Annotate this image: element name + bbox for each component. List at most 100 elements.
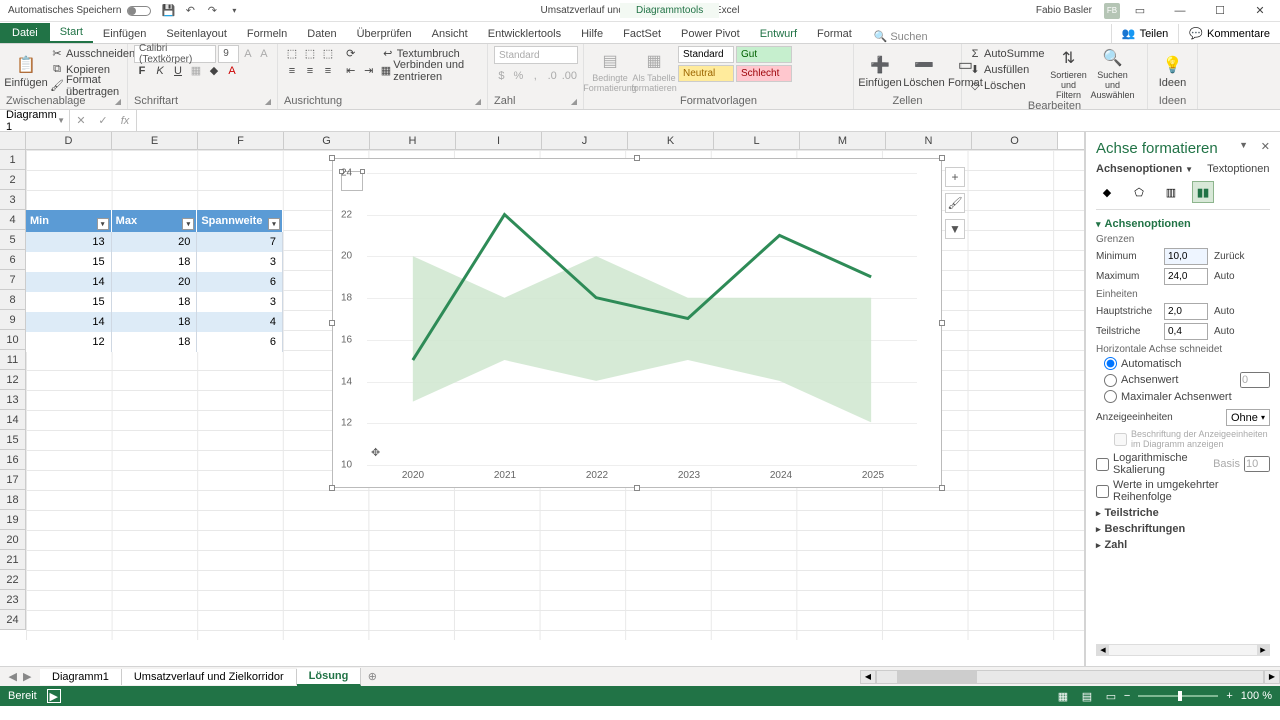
row-header[interactable]: 22 [0,570,26,590]
fill-line-icon[interactable]: ◆ [1096,181,1118,203]
table-cell[interactable]: 18 [112,332,198,352]
cut-button[interactable]: ✂Ausschneiden [50,46,135,61]
macro-record-icon[interactable]: ▶ [47,689,61,703]
pane-tab-axis-options[interactable]: Achsenoptionen ▼ [1096,163,1193,175]
filter-icon[interactable]: ▾ [182,218,194,230]
col-header[interactable]: F [198,132,284,149]
name-box[interactable]: Diagramm 1▼ [0,110,70,131]
col-header[interactable]: M [800,132,886,149]
row-header[interactable]: 10 [0,330,26,350]
table-cell[interactable]: 13 [26,232,112,252]
section-number[interactable]: Zahl [1096,539,1270,551]
tab-formulas[interactable]: Formeln [237,25,297,43]
table-cell[interactable]: 15 [26,252,112,272]
sheet-tab[interactable]: Umsatzverlauf und Zielkorridor [122,669,297,685]
decrease-font-icon[interactable]: A [257,46,271,62]
format-painter-button[interactable]: 🖌Format übertragen [50,78,135,93]
maximize-icon[interactable]: ☐ [1200,1,1240,21]
font-name-select[interactable]: Calibri (Textkörper) [134,45,216,63]
undo-icon[interactable]: ↶ [183,4,197,18]
section-axis-options[interactable]: Achsenoptionen [1096,218,1270,230]
select-all-corner[interactable] [0,132,26,149]
plot-area[interactable]: 1012141618202224202020212022202320242025 [367,173,917,463]
conditional-formatting-button[interactable]: ▤Bedingte Formatierung [590,46,630,95]
font-color-button[interactable]: A [224,63,240,79]
dialog-launcher-icon[interactable]: ◢ [115,97,121,106]
merge-button[interactable]: ▦Verbinden und zentrieren [381,63,481,78]
row-header[interactable]: 8 [0,290,26,310]
chart-object[interactable]: + 🖌 ▼ 1012141618202224202020212022202320… [332,158,942,488]
table-header-max[interactable]: Max▾ [112,210,198,232]
minor-unit-input[interactable] [1164,323,1208,340]
row-header[interactable]: 3 [0,190,26,210]
row-header[interactable]: 5 [0,230,26,250]
row-header[interactable]: 7 [0,270,26,290]
crosses-auto-radio[interactable] [1104,357,1117,370]
row-header[interactable]: 4 [0,210,26,230]
table-cell[interactable]: 6 [197,332,283,352]
chart-filters-button[interactable]: ▼ [945,219,965,239]
col-header[interactable]: D [26,132,112,149]
row-header[interactable]: 21 [0,550,26,570]
page-break-button[interactable]: ▭ [1100,688,1122,704]
font-size-select[interactable]: 9 [218,45,239,63]
italic-button[interactable]: K [152,63,168,79]
pane-tab-text-options[interactable]: Textoptionen [1207,163,1269,175]
display-units-select[interactable]: Ohne▾ [1226,409,1270,426]
hscroll-left[interactable]: ◀ [860,670,876,684]
autosum-button[interactable]: ΣAutoSumme [968,46,1045,61]
resize-handle[interactable] [634,155,640,161]
row-header[interactable]: 17 [0,470,26,490]
ideas-button[interactable]: 💡Ideen [1154,46,1191,95]
col-header[interactable]: O [972,132,1058,149]
save-icon[interactable]: 💾 [161,4,175,18]
hscroll-right[interactable]: ▶ [1264,670,1280,684]
table-cell[interactable]: 4 [197,312,283,332]
table-cell[interactable]: 3 [197,252,283,272]
sheet-nav-buttons[interactable]: ◀▶ [0,670,40,683]
filter-icon[interactable]: ▾ [268,218,280,230]
col-header[interactable]: K [628,132,714,149]
pane-scrollbar[interactable]: ◀▶ [1096,644,1270,656]
hscroll-track[interactable] [876,670,1264,684]
resize-handle[interactable] [939,155,945,161]
table-cell[interactable]: 3 [197,292,283,312]
fill-button[interactable]: ⬇Ausfüllen [968,62,1045,77]
row-header[interactable]: 18 [0,490,26,510]
enter-formula-icon[interactable]: ✓ [92,110,114,131]
axis-max-input[interactable] [1164,268,1208,285]
style-bad[interactable]: Schlecht [736,65,792,82]
zoom-in-button[interactable]: + [1226,690,1232,702]
tab-format[interactable]: Format [807,25,862,43]
chart-styles-button[interactable]: 🖌 [945,193,965,213]
table-cell[interactable]: 18 [112,292,198,312]
zoom-level[interactable]: 100 % [1241,690,1272,702]
log-base-input[interactable] [1244,456,1270,472]
autosave-toggle[interactable] [127,6,151,16]
row-header[interactable]: 12 [0,370,26,390]
row-header[interactable]: 16 [0,450,26,470]
tab-powerpivot[interactable]: Power Pivot [671,25,750,43]
table-cell[interactable]: 7 [197,232,283,252]
tab-view[interactable]: Ansicht [422,25,478,43]
filter-icon[interactable]: ▾ [97,218,109,230]
resize-handle[interactable] [329,485,335,491]
col-header[interactable]: E [112,132,198,149]
tab-help[interactable]: Hilfe [571,25,613,43]
row-header[interactable]: 2 [0,170,26,190]
col-header[interactable]: G [284,132,370,149]
section-tick-marks[interactable]: Teilstriche [1096,507,1270,519]
table-cell[interactable]: 15 [26,292,112,312]
table-header-span[interactable]: Spannweite▾ [197,210,283,232]
size-props-icon[interactable]: ▥ [1160,181,1182,203]
row-header[interactable]: 24 [0,610,26,630]
user-name[interactable]: Fabio Basler [1036,5,1092,16]
data-table[interactable]: Min▾ Max▾ Spannweite▾ 132071518314206151… [26,210,283,352]
section-labels[interactable]: Beschriftungen [1096,523,1270,535]
major-reset[interactable]: Auto [1214,306,1235,317]
bold-button[interactable]: F [134,63,150,79]
col-header[interactable]: J [542,132,628,149]
zoom-slider[interactable] [1138,695,1218,697]
table-cell[interactable]: 18 [112,252,198,272]
qat-dropdown-icon[interactable]: ▾ [227,4,241,18]
